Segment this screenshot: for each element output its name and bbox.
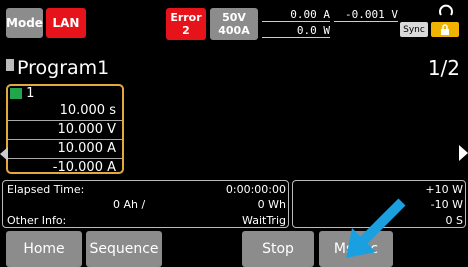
mode-button[interactable]: Mode [6, 8, 43, 38]
right-value-1: +10 W [425, 183, 463, 196]
error-indicator[interactable]: Error 2 [166, 8, 206, 40]
voltage-range: 50V [222, 11, 246, 24]
ah-value: 0 Ah / [113, 198, 146, 211]
right-value-2: -10 W [430, 198, 463, 211]
scroll-left-icon[interactable] [0, 146, 8, 165]
other-info-label: Other Info: [7, 214, 67, 227]
wh-value: 0 Wh [257, 198, 286, 211]
sync-button[interactable]: Sync [400, 22, 428, 37]
step-header: 1 [8, 86, 122, 102]
step-voltage: 10.000 V [8, 121, 122, 140]
sequence-button[interactable]: Sequence [86, 231, 162, 267]
voltage-reading: -0.001 V [334, 8, 398, 22]
page-indicator: 1/2 [427, 56, 460, 80]
current-reading: 0.00 A [262, 8, 330, 22]
power-reading: 0.0 W [262, 24, 330, 38]
error-label: Error [170, 11, 202, 24]
program-icon [6, 59, 14, 71]
home-button[interactable]: Home [6, 231, 82, 267]
power-arc-icon [438, 3, 454, 19]
error-count: 2 [182, 24, 190, 37]
step-current: 10.000 A [8, 140, 122, 159]
current-range: 400A [218, 24, 250, 37]
lan-indicator: LAN [46, 8, 86, 38]
lock-icon[interactable] [431, 22, 459, 37]
info-panel: Elapsed Time: 0 Ah / Other Info: 0:00:00… [2, 180, 289, 228]
pointer-arrow-icon [346, 198, 406, 258]
elapsed-label: Elapsed Time: [7, 183, 85, 196]
elapsed-value: 0:00:00:00 [225, 183, 286, 196]
stop-button[interactable]: Stop [242, 231, 314, 267]
scroll-right-icon[interactable] [459, 145, 468, 165]
step-number: 1 [26, 86, 35, 101]
step-current-negative: -10.000 A [52, 160, 116, 175]
right-value-3: 0 S [445, 214, 463, 227]
step-card[interactable]: 1 10.000 s 10.000 V 10.000 A -10.000 A [6, 84, 124, 175]
program-title: Program1 [6, 57, 109, 79]
step-time: 10.000 s [8, 102, 122, 121]
range-indicator: 50V 400A [210, 8, 258, 40]
program-name: Program1 [17, 57, 110, 79]
trigger-state: WaitTrig [242, 214, 286, 227]
step-output-icon [10, 88, 22, 99]
